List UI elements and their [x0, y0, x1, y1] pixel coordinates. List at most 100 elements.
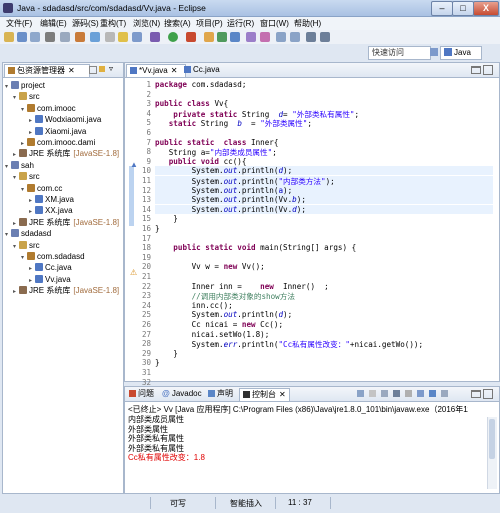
tree-item[interactable]: ▸ Xiaomi.java: [29, 126, 86, 137]
code-line-27[interactable]: nicai.setWo(1.8);: [155, 330, 270, 339]
menu-help[interactable]: 帮助(H): [294, 18, 321, 29]
new-class-icon[interactable]: [230, 32, 240, 42]
tree-item[interactable]: ▾ com.imooc: [21, 103, 76, 114]
tree-item[interactable]: ▾ com.cc: [21, 183, 62, 194]
debug-icon[interactable]: [150, 32, 160, 42]
menu-refactor[interactable]: 重构(T): [100, 18, 126, 29]
minimize-button[interactable]: –: [431, 1, 453, 16]
tree-item[interactable]: ▸ JRE 系统库 [JavaSE-1.8]: [13, 217, 119, 228]
new-java-project-icon[interactable]: [204, 32, 214, 42]
maximize-view-icon[interactable]: [483, 65, 493, 75]
pin-console-icon[interactable]: [417, 390, 424, 397]
code-line-14[interactable]: System.out.println(Vv.d);: [155, 204, 493, 214]
tree-item[interactable]: ▾ sdadasd: [5, 228, 51, 239]
skip-breakpoints-icon[interactable]: [105, 32, 115, 42]
tree-item[interactable]: ▾ src: [13, 171, 40, 182]
maximize-button[interactable]: □: [452, 1, 474, 16]
menu-source[interactable]: 源码(S): [72, 18, 99, 29]
tab-cc-java[interactable]: Cc.java: [181, 64, 235, 76]
open-perspective-icon[interactable]: [430, 48, 438, 56]
tab-declaration[interactable]: 声明: [205, 388, 236, 400]
tree-item[interactable]: ▾ project: [5, 80, 45, 91]
forward-icon[interactable]: [320, 32, 330, 42]
menu-run[interactable]: 运行(R): [227, 18, 254, 29]
build-icon[interactable]: [75, 32, 85, 42]
close-icon[interactable]: ✕: [279, 390, 286, 399]
code-line-10[interactable]: System.out.println(d);: [155, 166, 493, 176]
annotation-next-icon[interactable]: [276, 32, 286, 42]
code-line-13[interactable]: System.out.println(Vv.b);: [155, 195, 493, 205]
external-tools-icon[interactable]: [186, 32, 196, 42]
code-line-20[interactable]: Vv w = new Vv();: [155, 262, 265, 271]
tree-item[interactable]: ▸ XM.java: [29, 194, 74, 205]
view-menu-icon[interactable]: ▿: [109, 64, 113, 73]
code-line-24[interactable]: inn.cc();: [155, 301, 233, 310]
new-icon[interactable]: [4, 32, 14, 42]
menu-search[interactable]: 搜索(A): [164, 18, 191, 29]
tree-item[interactable]: ▾ com.sdadasd: [21, 251, 85, 262]
code-line-9[interactable]: public void cc(){: [155, 157, 247, 166]
code-line-22[interactable]: Inner inn = new Inner() ;: [155, 282, 329, 291]
quick-access-field[interactable]: 快速访问: [368, 46, 431, 60]
open-console-icon[interactable]: [441, 390, 448, 397]
close-icon[interactable]: ✕: [171, 66, 178, 75]
code-line-29[interactable]: }: [155, 349, 178, 358]
code-line-26[interactable]: Cc nicai = new Cc();: [155, 320, 283, 329]
minimize-view-icon[interactable]: [471, 66, 481, 74]
run-icon[interactable]: [168, 32, 178, 42]
new-package-icon[interactable]: [217, 32, 227, 42]
java-perspective-button[interactable]: Java: [440, 46, 482, 60]
terminate-icon[interactable]: [357, 390, 364, 397]
code-line-3[interactable]: public class Vv{: [155, 99, 228, 108]
terminal-icon[interactable]: [60, 32, 70, 42]
open-type-icon[interactable]: [246, 32, 256, 42]
tree-item[interactable]: ▸ XX.java: [29, 205, 73, 216]
save-all-icon[interactable]: [30, 32, 40, 42]
print-icon[interactable]: [45, 32, 55, 42]
tree-item[interactable]: ▸ JRE 系统库 [JavaSE-1.8]: [13, 148, 119, 159]
code-line-5[interactable]: static String b = "外部类属性";: [155, 118, 312, 129]
highlight-icon[interactable]: [118, 32, 128, 42]
code-line-28[interactable]: System.err.println("Cc私有属性改变："+nicai.get…: [155, 339, 424, 350]
display-console-icon[interactable]: [429, 390, 436, 397]
collapse-all-icon[interactable]: [89, 66, 97, 74]
tab-console[interactable]: 控制台 ✕: [239, 388, 290, 401]
toggle-mark-icon[interactable]: [90, 32, 100, 42]
maximize-view-icon[interactable]: [483, 389, 493, 399]
tree-item[interactable]: ▸ Wodxiaomi.java: [29, 114, 101, 125]
tree-item[interactable]: ▸ Cc.java: [29, 262, 72, 273]
code-line-18[interactable]: public static void main(String[] args) {: [155, 243, 356, 252]
scroll-lock-icon[interactable]: [393, 390, 400, 397]
tree-item[interactable]: ▾ sah: [5, 160, 34, 171]
code-line-30[interactable]: }: [155, 358, 160, 367]
tree-item[interactable]: ▸ Vv.java: [29, 274, 71, 285]
menu-project[interactable]: 项目(P): [196, 18, 223, 29]
code-line-15[interactable]: }: [155, 214, 178, 223]
menu-navigate[interactable]: 浏览(N): [133, 18, 160, 29]
code-line-7[interactable]: public static class Inner{: [155, 138, 278, 147]
code-line-1[interactable]: package com.sdadasd;: [155, 80, 246, 89]
search-icon[interactable]: [260, 32, 270, 42]
tree-item[interactable]: ▸ com.imooc.dami: [21, 137, 95, 148]
warning-marker-icon[interactable]: ⚠: [130, 268, 137, 277]
code-line-25[interactable]: System.out.println(d);: [155, 310, 293, 319]
open-perspective-icon[interactable]: [132, 32, 142, 42]
save-icon[interactable]: [17, 32, 27, 42]
remove-launch-icon[interactable]: [369, 390, 376, 397]
tab-package-explorer[interactable]: 包资源管理器 ✕: [4, 64, 90, 77]
minimize-view-icon[interactable]: [471, 390, 481, 398]
link-editor-icon[interactable]: [99, 66, 105, 72]
tab-problems[interactable]: 问题: [126, 388, 157, 400]
tree-item[interactable]: ▾ src: [13, 91, 40, 102]
code-line-16[interactable]: }: [155, 224, 160, 233]
menu-window[interactable]: 窗口(W): [260, 18, 289, 29]
console-scrollbar[interactable]: [487, 417, 497, 489]
clear-console-icon[interactable]: [381, 390, 388, 397]
code-line-12[interactable]: System.out.println(a);: [155, 185, 493, 195]
tree-item[interactable]: ▸ JRE 系统库 [JavaSE-1.8]: [13, 285, 119, 296]
tab-javadoc[interactable]: @ Javadoc: [159, 388, 205, 400]
tab-vv-java[interactable]: *Vv.java ✕: [126, 64, 186, 77]
tree-item[interactable]: ▾ src: [13, 240, 40, 251]
scroll-thumb[interactable]: [489, 419, 495, 459]
menu-edit[interactable]: 编辑(E): [40, 18, 67, 29]
